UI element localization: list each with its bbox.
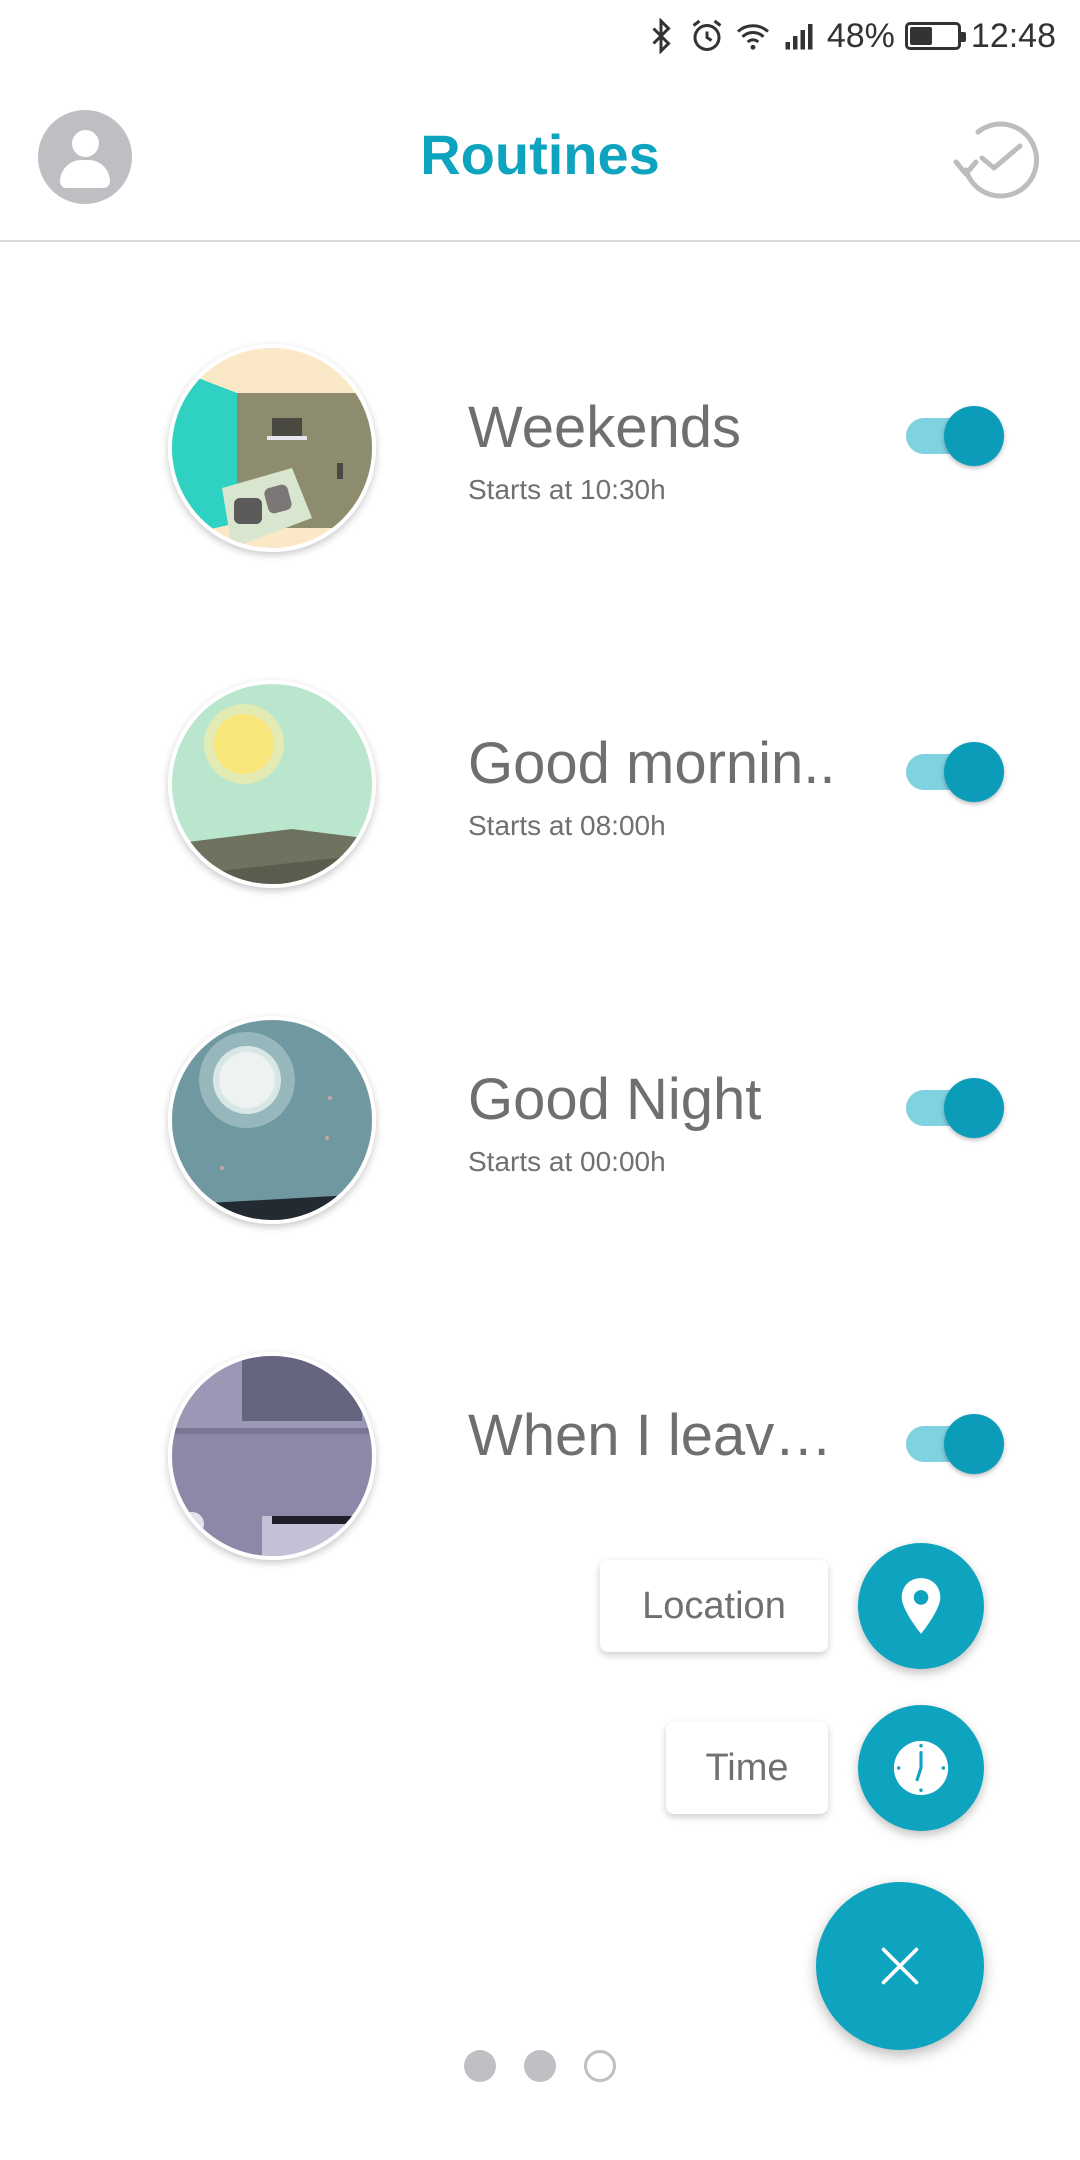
- history-clock-icon[interactable]: [948, 110, 1044, 206]
- routine-name: When I leave...: [468, 1403, 844, 1468]
- routine-start-time: Starts at 00:00h: [468, 1146, 666, 1177]
- routine-name: Good mornin..: [468, 731, 836, 796]
- routine-item-when-i-leave[interactable]: When I leave...: [0, 1352, 1080, 1572]
- wifi-icon: [736, 24, 769, 50]
- routine-toggle[interactable]: [906, 1074, 1004, 1142]
- status-icons: 48% 12:48: [643, 14, 1056, 58]
- status-bar: 48% 12:48: [0, 0, 1080, 72]
- routine-name: Weekends: [468, 395, 741, 460]
- close-icon: [881, 1947, 919, 1985]
- routine-toggle[interactable]: [906, 402, 1004, 470]
- routine-start-time: Starts at 08:00h: [468, 810, 666, 841]
- clock-time: 12:48: [970, 16, 1056, 55]
- signal-icon: [785, 24, 813, 50]
- clock-icon: [893, 1740, 949, 1796]
- routine-image-moon-night: [168, 1016, 376, 1224]
- routine-item-weekends[interactable]: Weekends Starts at 10:30h: [0, 344, 1080, 564]
- time-fab[interactable]: [858, 1705, 984, 1831]
- location-fab[interactable]: [858, 1543, 984, 1669]
- toggle-knob: [944, 1078, 1004, 1138]
- page-dot[interactable]: [464, 2050, 496, 2082]
- time-label[interactable]: Time: [666, 1722, 828, 1814]
- routine-item-good-morning[interactable]: Good mornin.. Starts at 08:00h: [0, 680, 1080, 900]
- page-indicator: [0, 2050, 1080, 2082]
- routine-image-bedroom: [168, 1352, 376, 1560]
- page-title: Routines: [420, 123, 660, 186]
- location-pin-icon: [901, 1578, 941, 1634]
- location-label[interactable]: Location: [600, 1560, 828, 1652]
- routine-toggle[interactable]: [906, 1410, 1004, 1478]
- battery-fill: [909, 27, 932, 45]
- routine-image-living-room: [168, 344, 376, 552]
- routine-image-sunrise: [168, 680, 376, 888]
- page-dot[interactable]: [524, 2050, 556, 2082]
- battery-percent: 48%: [826, 16, 895, 55]
- routine-name: Good Night: [468, 1067, 762, 1132]
- routine-item-good-night[interactable]: Good Night Starts at 00:00h: [0, 1016, 1080, 1236]
- toggle-knob: [944, 742, 1004, 802]
- battery-icon: [904, 22, 966, 50]
- toggle-knob: [944, 406, 1004, 466]
- routine-start-time: Starts at 10:30h: [468, 474, 666, 505]
- page-dot-active[interactable]: [584, 2050, 616, 2082]
- toggle-knob: [944, 1414, 1004, 1474]
- app-header: Routines: [0, 72, 1080, 242]
- bluetooth-icon: [652, 18, 671, 54]
- routine-toggle[interactable]: [906, 738, 1004, 806]
- close-fab-button[interactable]: [816, 1882, 984, 2050]
- alarm-icon: [692, 19, 722, 51]
